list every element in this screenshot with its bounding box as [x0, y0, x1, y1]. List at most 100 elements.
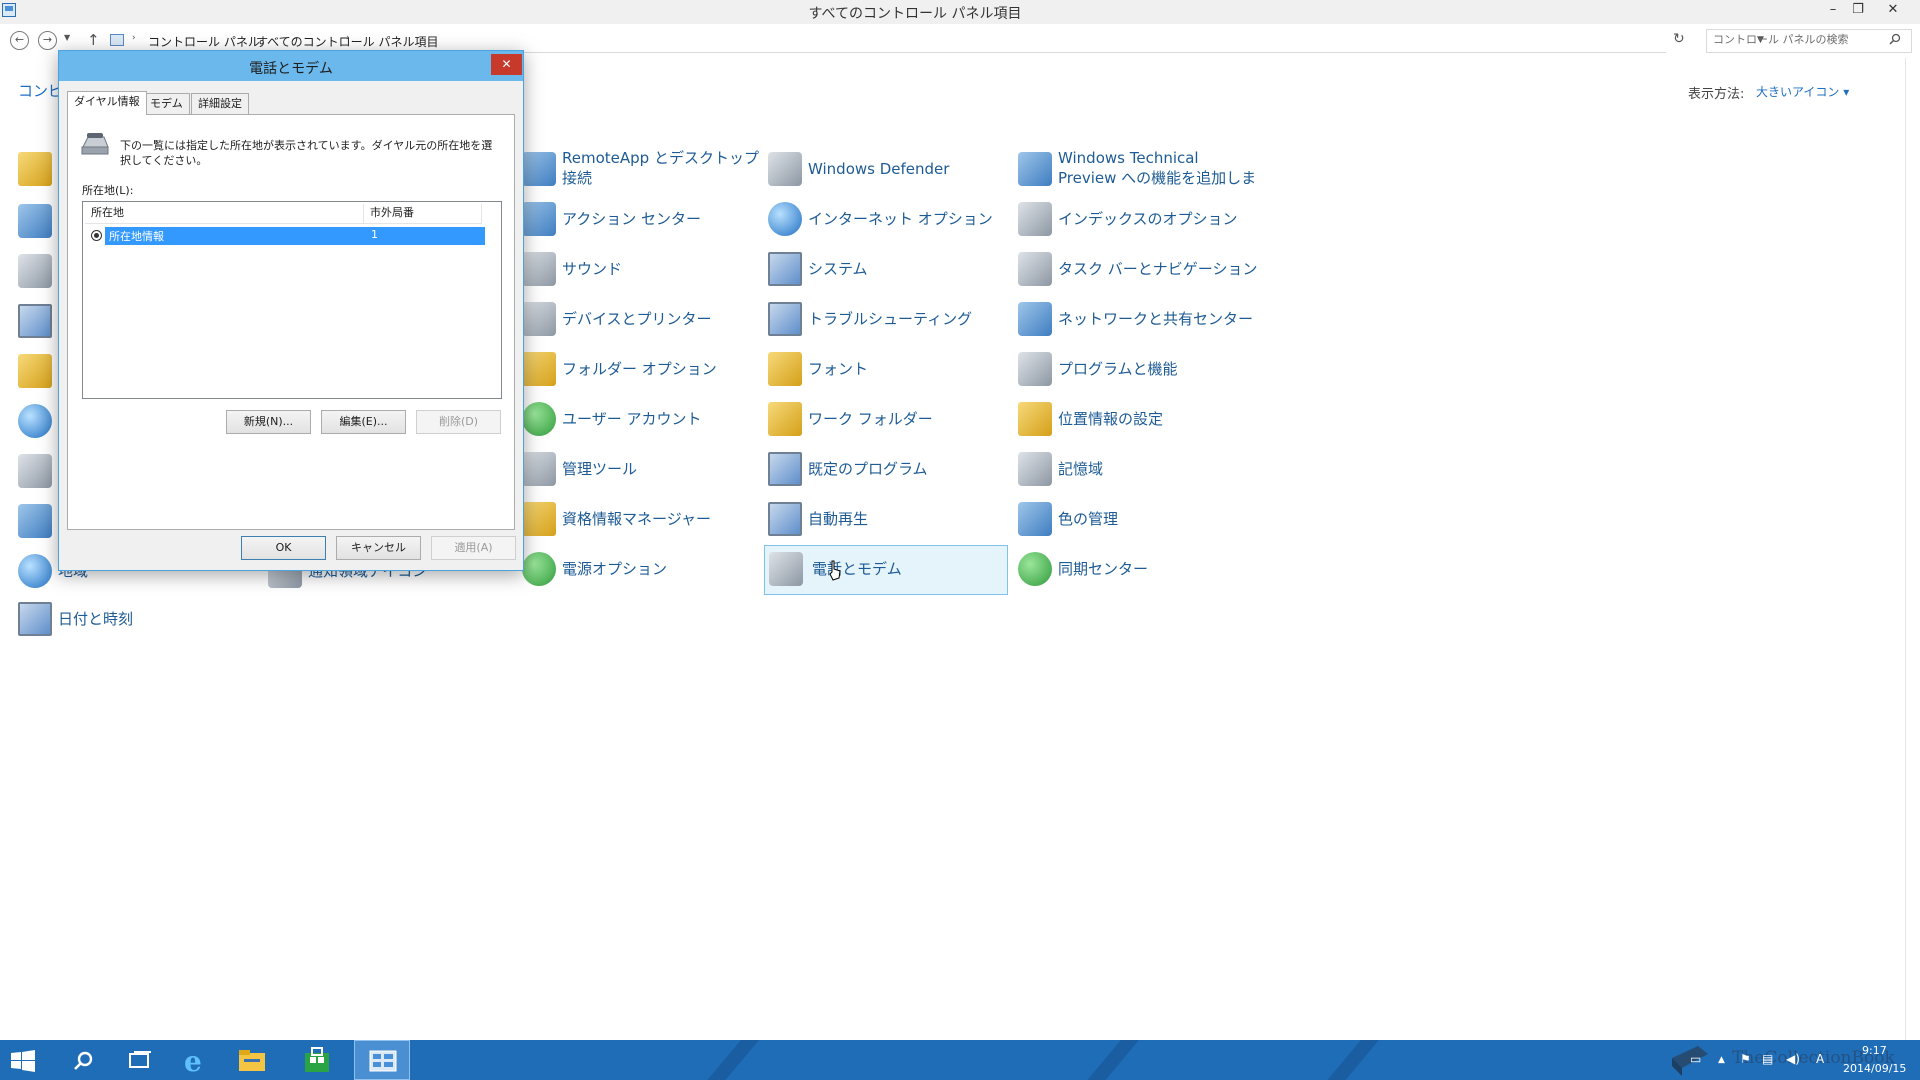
cp-item-remoteapp[interactable]: RemoteApp とデスクトップ接続 — [522, 146, 762, 194]
cp-item-date-time[interactable]: 日付と時刻 — [18, 596, 218, 644]
flag-tray-icon[interactable]: ⚑ — [1740, 1052, 1751, 1066]
control-panel-taskbar-button[interactable] — [354, 1040, 410, 1080]
cp-item-credential-manager[interactable]: 資格情報マネージャー — [522, 496, 762, 544]
window-title: すべてのコントロール パネル項目 — [808, 6, 1022, 22]
cp-item-user-accounts[interactable]: ユーザー アカウント — [522, 396, 762, 444]
recent-locations-button[interactable]: ▼ — [64, 33, 70, 42]
title-bar: すべてのコントロール パネル項目 – ❐ ✕ — [0, 0, 1920, 24]
store-bag-icon — [305, 1047, 329, 1072]
refresh-button[interactable]: ↻ — [1673, 31, 1685, 47]
cancel-button[interactable]: キャンセル — [336, 536, 421, 560]
network-tray-icon[interactable]: ▤ — [1762, 1052, 1773, 1066]
internet-explorer-icon: e — [184, 1046, 202, 1074]
restore-button[interactable]: ❐ — [1845, 0, 1871, 22]
apply-button[interactable]: 適用(A) — [431, 536, 516, 560]
forward-button[interactable]: → — [38, 31, 57, 50]
page-heading[interactable]: コンピ — [18, 80, 63, 101]
breadcrumb-separator: › — [132, 33, 136, 43]
cp-item-action-center[interactable]: アクション センター — [522, 196, 762, 244]
cp-item-location-settings[interactable]: 位置情報の設定 — [1018, 396, 1268, 444]
cp-item-autoplay[interactable]: 自動再生 — [768, 496, 1008, 544]
cp-item-folder-options[interactable]: フォルダー オプション — [522, 346, 762, 394]
ime-mode-indicator[interactable]: A — [1816, 1052, 1824, 1066]
clock-time[interactable]: 9:17 — [1862, 1044, 1887, 1057]
cp-item-left-6[interactable] — [18, 398, 58, 446]
cp-item-indexing[interactable]: インデックスのオプション — [1018, 196, 1268, 244]
task-view-button[interactable] — [112, 1040, 168, 1080]
volume-tray-icon[interactable]: ◀) — [1786, 1052, 1800, 1066]
delete-location-button[interactable]: 削除(D) — [416, 410, 501, 434]
troubleshooting-icon — [768, 302, 802, 336]
cp-item-left-3[interactable] — [18, 248, 58, 296]
locations-list[interactable]: 所在地 市外局番 所在地情報 1 — [82, 201, 502, 399]
tab-modems[interactable]: モデム — [143, 93, 190, 114]
cp-item-network-sharing[interactable]: ネットワークと共有センター — [1018, 296, 1268, 344]
cp-item-power-options[interactable]: 電源オプション — [522, 546, 762, 594]
globe-clock-icon — [18, 554, 52, 588]
breadcrumb-all-items[interactable]: すべてのコントロール パネル項目 — [256, 33, 439, 50]
cp-item-work-folders[interactable]: ワーク フォルダー — [768, 396, 1008, 444]
up-button[interactable]: ↑ — [87, 31, 100, 49]
edit-location-button[interactable]: 編集(E)... — [321, 410, 406, 434]
column-header-area-code[interactable]: 市外局番 — [364, 204, 482, 224]
cp-item-internet-options[interactable]: インターネット オプション — [768, 196, 1008, 244]
cp-item-color-management[interactable]: 色の管理 — [1018, 496, 1268, 544]
cp-item-sound[interactable]: サウンド — [522, 246, 762, 294]
flag-icon — [522, 202, 556, 236]
cp-item-technical-preview[interactable]: Windows Technical Preview への機能を追加しま — [1018, 146, 1268, 194]
cp-item-sync-center[interactable]: 同期センター — [1018, 546, 1268, 594]
cp-item-fonts[interactable]: フォント — [768, 346, 1008, 394]
location-row[interactable]: 所在地情報 1 — [87, 227, 485, 245]
cp-item-left-5[interactable] — [18, 348, 58, 396]
minimize-button[interactable]: – — [1820, 0, 1846, 22]
printer-icon — [522, 302, 556, 336]
file-explorer-button[interactable] — [224, 1040, 280, 1080]
internet-explorer-button[interactable]: e — [168, 1040, 224, 1080]
breadcrumb-control-panel[interactable]: コントロール パネル — [148, 33, 260, 50]
new-location-button[interactable]: 新規(N)... — [226, 410, 311, 434]
tab-dialing-rules[interactable]: ダイヤル情報 — [67, 91, 147, 115]
search-taskbar-button[interactable] — [56, 1040, 112, 1080]
cp-item-devices-printers[interactable]: デバイスとプリンター — [522, 296, 762, 344]
cp-item-left-4[interactable] — [18, 298, 58, 346]
show-hidden-icons-chevron-icon[interactable]: ▲ — [1718, 1055, 1725, 1065]
scrollbar-track[interactable] — [1905, 58, 1906, 1058]
back-button[interactable]: ← — [10, 31, 29, 50]
cp-item-label: トラブルシューティング — [808, 310, 973, 328]
cp-item-defender[interactable]: Windows Defender — [768, 146, 1008, 194]
dialog-title-bar[interactable]: 電話とモデム ✕ — [59, 51, 523, 81]
cp-item-left-1[interactable] — [18, 146, 58, 194]
book-watermark-icon — [1672, 1046, 1708, 1076]
cp-item-admin-tools[interactable]: 管理ツール — [522, 446, 762, 494]
cp-item-left-7[interactable] — [18, 448, 58, 496]
cp-item-storage[interactable]: 記憶域 — [1018, 446, 1268, 494]
default-programs-icon — [768, 452, 802, 486]
dialog-close-button[interactable]: ✕ — [491, 54, 522, 75]
view-by-dropdown[interactable]: 大きいアイコン ▾ — [1756, 83, 1849, 100]
telephone-icon — [81, 133, 109, 155]
action-center-tray-icon[interactable]: ▭ — [1690, 1052, 1701, 1066]
cp-item-left-2[interactable] — [18, 198, 58, 246]
tab-advanced[interactable]: 詳細設定 — [191, 93, 249, 114]
cp-item-troubleshooting[interactable]: トラブルシューティング — [768, 296, 1008, 344]
search-box[interactable] — [1706, 29, 1912, 53]
selected-location-radio[interactable] — [91, 230, 102, 241]
close-window-button[interactable]: ✕ — [1880, 0, 1906, 22]
locations-label: 所在地(L): — [82, 184, 134, 197]
start-button[interactable] — [0, 1040, 56, 1080]
clock-date[interactable]: 2014/09/15 — [1843, 1062, 1906, 1075]
cp-item-system[interactable]: システム — [768, 246, 1008, 294]
cp-item-default-programs[interactable]: 既定のプログラム — [768, 446, 1008, 494]
cp-item-left-8[interactable] — [18, 498, 58, 546]
search-input[interactable] — [1713, 33, 1883, 46]
search-icon[interactable] — [1889, 33, 1901, 45]
cp-item-taskbar-nav[interactable]: タスク バーとナビゲーション — [1018, 246, 1268, 294]
cp-item-label: RemoteApp とデスクトップ接続 — [562, 149, 759, 187]
taskbar-icon — [1018, 252, 1052, 286]
cp-item-programs-features[interactable]: プログラムと機能 — [1018, 346, 1268, 394]
cp-item-phone-modem[interactable]: 電話とモデム — [764, 545, 1008, 595]
store-button[interactable] — [290, 1040, 346, 1080]
ok-button[interactable]: OK — [241, 536, 326, 560]
column-header-location[interactable]: 所在地 — [85, 204, 364, 224]
task-view-icon — [129, 1051, 151, 1068]
